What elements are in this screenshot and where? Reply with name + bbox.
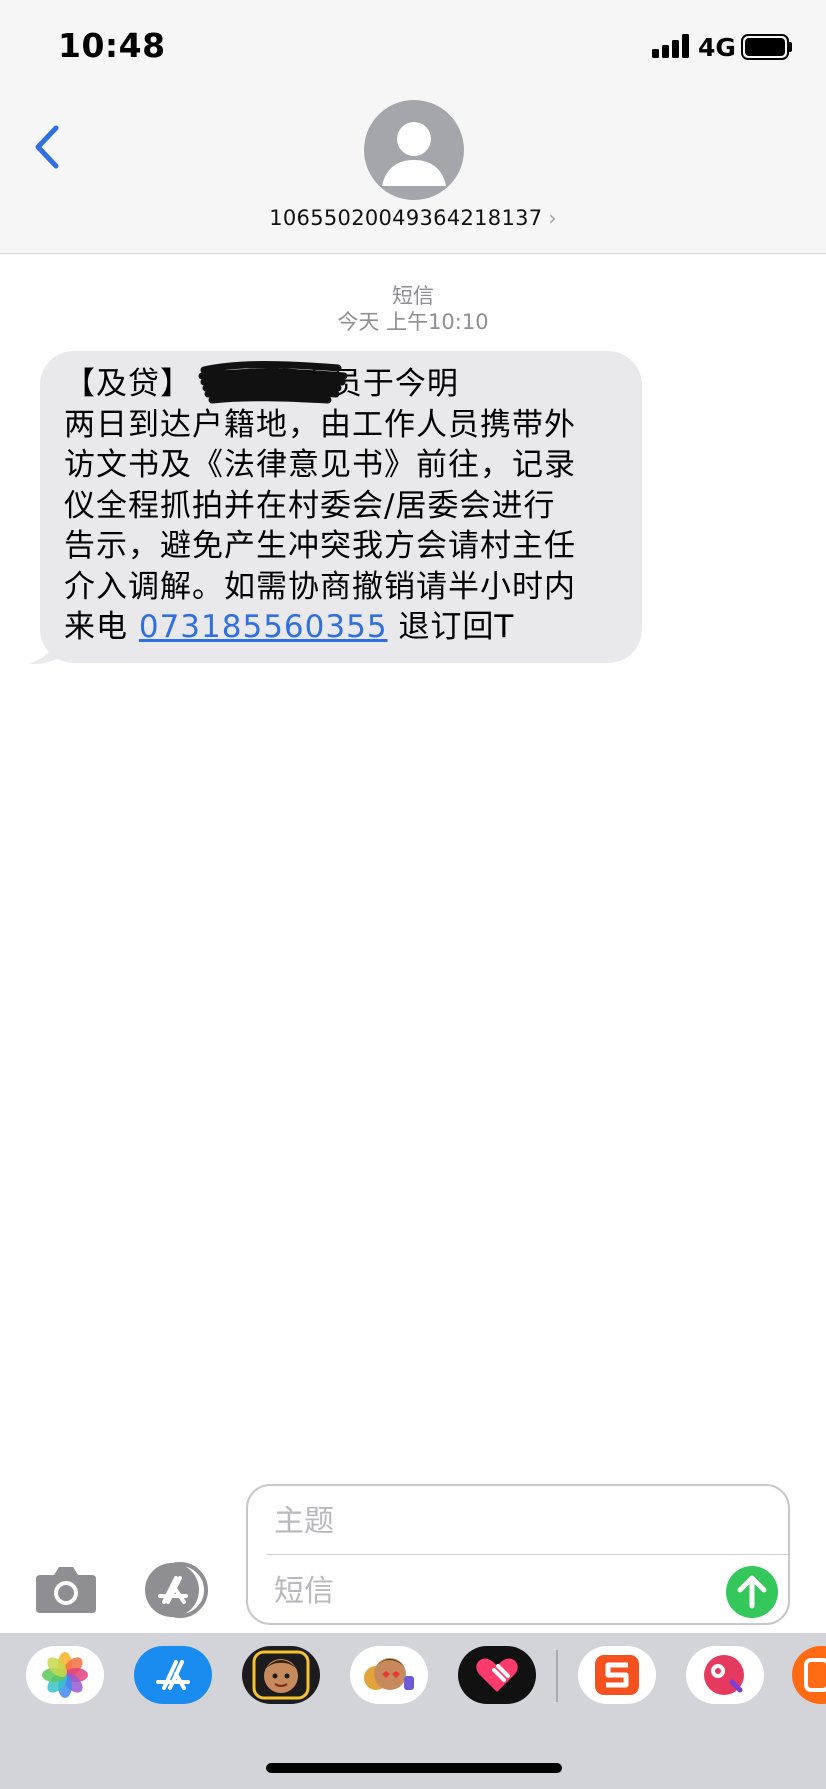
digital-touch-app[interactable] xyxy=(458,1646,536,1704)
battery-icon xyxy=(741,34,792,60)
memoji-app[interactable] xyxy=(242,1646,320,1704)
compose-box xyxy=(246,1484,790,1625)
message-timestamp: 今天 上午10:10 xyxy=(337,310,489,334)
redaction-scribble xyxy=(198,361,348,404)
cellular-signal-icon xyxy=(652,34,690,58)
contact-avatar[interactable] xyxy=(364,100,464,200)
animoji-stickers-icon xyxy=(364,1658,414,1690)
message-text-prefix: 来电 xyxy=(64,609,139,645)
status-time: 10:48 xyxy=(58,26,166,65)
photos-app[interactable] xyxy=(26,1646,104,1704)
message-line: 告示，避免产生冲突我方会请村主任 xyxy=(64,528,576,564)
network-type: 4G xyxy=(698,33,736,62)
chevron-left-icon xyxy=(35,125,59,169)
message-text-suffix: 退订回T xyxy=(387,609,515,645)
send-button[interactable] xyxy=(726,1566,778,1618)
digital-touch-icon xyxy=(476,1658,518,1692)
message-line: 访文书及《法律意见书》前往，记录 xyxy=(64,447,576,483)
phone-number-link[interactable]: 073185560355 xyxy=(139,609,388,645)
compose-divider xyxy=(266,1554,788,1555)
app-store-icon xyxy=(145,1562,208,1618)
sogou-keyboard-app[interactable] xyxy=(578,1646,656,1704)
person-silhouette-icon xyxy=(382,122,446,186)
subject-input[interactable] xyxy=(272,1498,716,1544)
music-app-icon xyxy=(704,1655,744,1695)
animoji-stickers-app[interactable] xyxy=(350,1646,428,1704)
photos-icon xyxy=(42,1652,88,1698)
back-button[interactable] xyxy=(28,122,68,172)
contact-number: 10655020049364218137 xyxy=(269,206,543,230)
memoji-icon xyxy=(252,1650,310,1700)
message-line: 两日到达户籍地，由工作人员携带外 xyxy=(64,406,576,443)
message-input[interactable] xyxy=(272,1568,716,1614)
message-line: 介入调解。如需协商撤销请半小时内 xyxy=(64,568,576,605)
camera-button[interactable] xyxy=(34,1563,98,1615)
arrow-up-icon xyxy=(737,1575,767,1609)
home-indicator xyxy=(266,1763,562,1773)
sogou-keyboard-icon xyxy=(595,1655,639,1695)
message-line: 仪全程抓拍并在村委会/居委会进行 xyxy=(64,487,556,524)
app-store-button[interactable] xyxy=(140,1562,212,1618)
tray-separator xyxy=(556,1650,558,1702)
app-store-app[interactable] xyxy=(134,1646,212,1704)
contact-name[interactable]: 10655020049364218137 › xyxy=(0,206,826,230)
message-text: 【及贷】 地工作人员于今明 两日到达户籍地，由工作人员携带外 访文书及《法律意见… xyxy=(64,364,624,648)
music-app[interactable] xyxy=(686,1646,764,1704)
message-line-last: 来电 073185560355 退订回T xyxy=(64,607,624,648)
chevron-right-icon: › xyxy=(548,206,557,230)
app-store-icon xyxy=(156,1660,190,1690)
camera-icon xyxy=(36,1567,96,1613)
